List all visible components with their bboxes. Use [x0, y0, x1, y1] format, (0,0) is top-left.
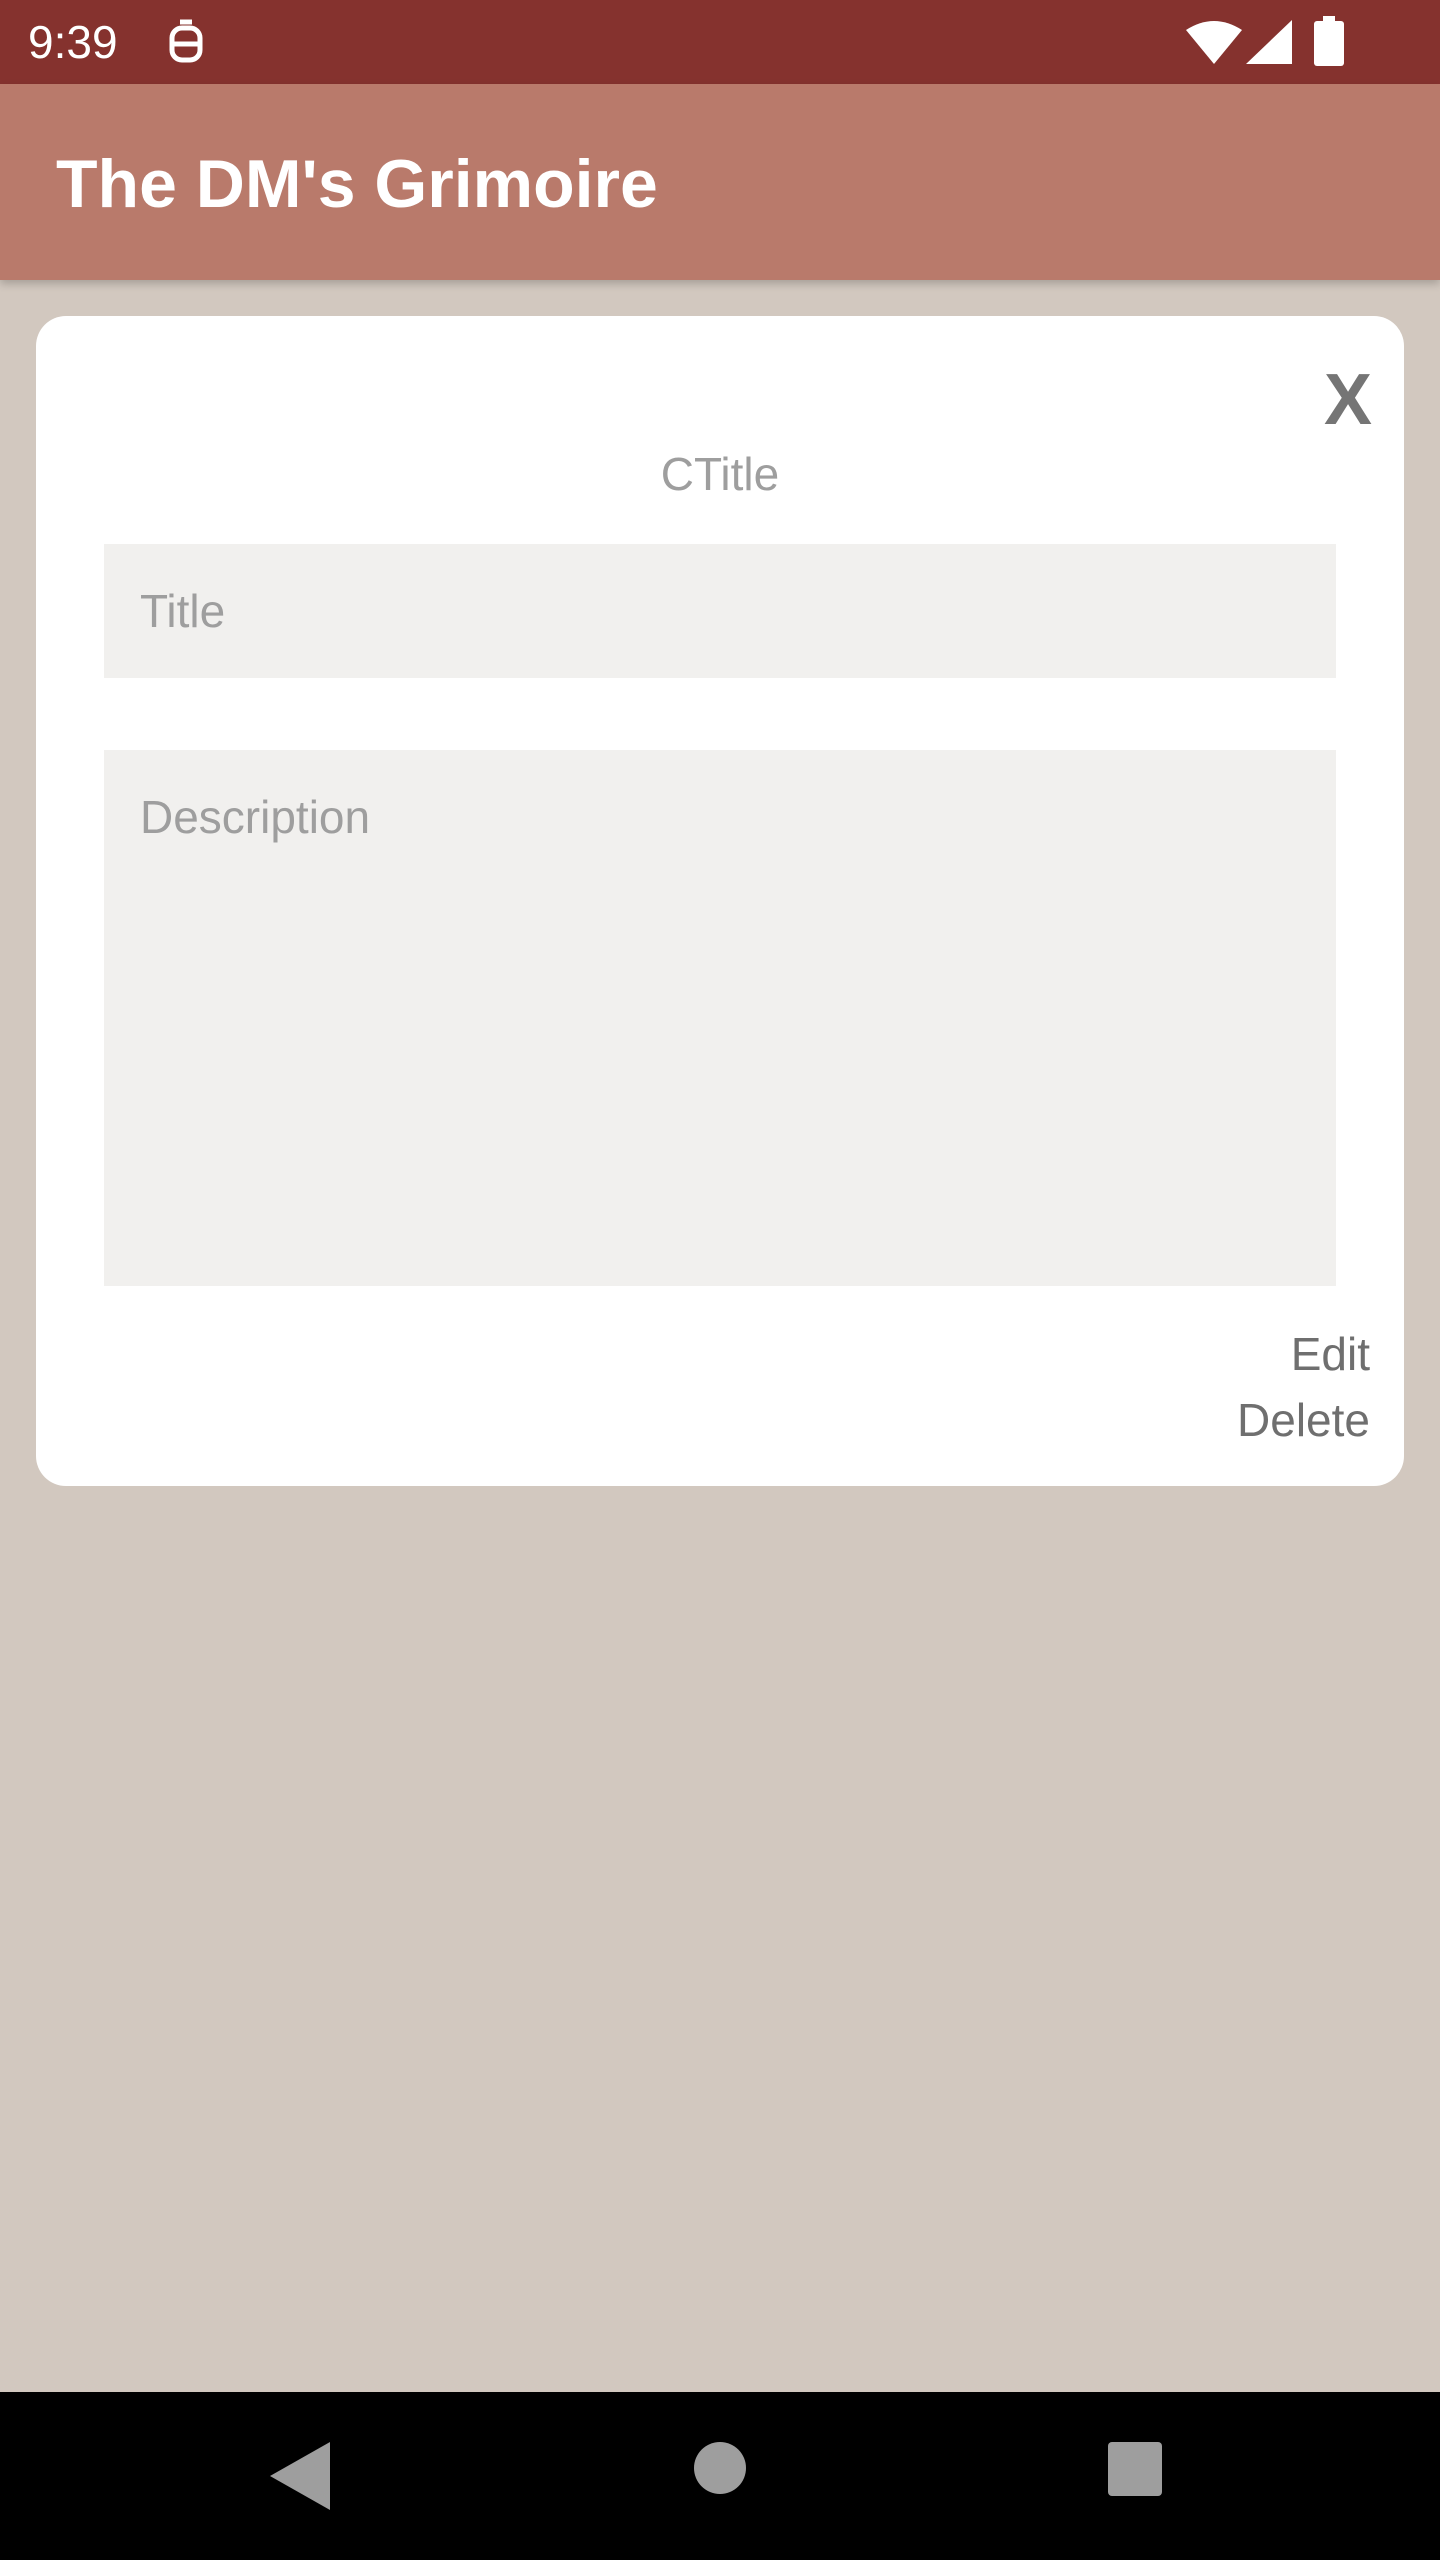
title-input[interactable]	[104, 544, 1336, 678]
status-time: 9:39	[28, 16, 118, 68]
recents-icon[interactable]	[1108, 2442, 1162, 2496]
app-bar: The DM's Grimoire	[0, 84, 1440, 280]
back-icon[interactable]	[270, 2442, 330, 2510]
navigation-bar	[0, 2392, 1440, 2560]
edit-button[interactable]: Edit	[1291, 1324, 1370, 1384]
card-heading: CTitle	[660, 448, 780, 500]
wifi-icon	[1186, 21, 1242, 64]
close-button[interactable]: X	[1324, 360, 1372, 440]
app-title: The DM's Grimoire	[56, 146, 658, 222]
status-bar: 9:39	[0, 0, 1440, 84]
delete-button[interactable]: Delete	[1237, 1390, 1370, 1450]
detail-card: X CTitle Edit Delete	[36, 316, 1404, 1486]
signal-icon	[1246, 20, 1292, 64]
description-input[interactable]	[104, 750, 1336, 1286]
notification-icon	[169, 19, 203, 63]
home-icon[interactable]	[694, 2442, 746, 2494]
battery-icon	[1314, 16, 1344, 66]
